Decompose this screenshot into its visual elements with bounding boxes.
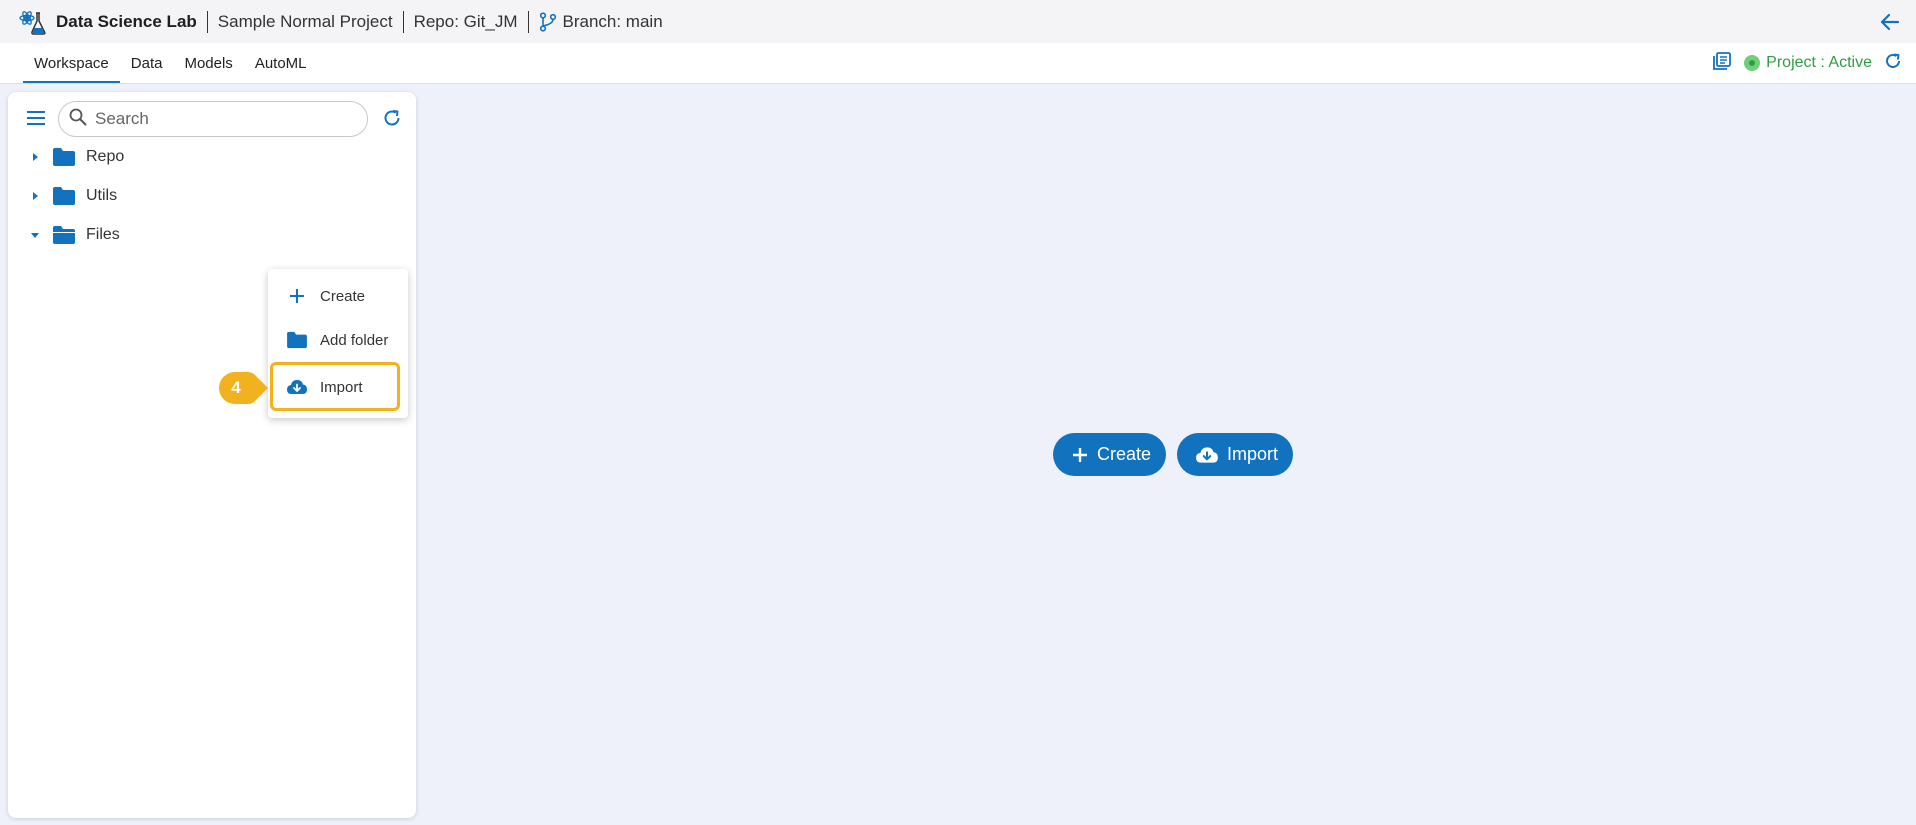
tree-item-files[interactable]: Files <box>28 222 120 248</box>
context-menu-label: Import <box>320 378 363 396</box>
search-input[interactable] <box>95 109 335 129</box>
status-dot-icon <box>1744 55 1761 71</box>
import-button[interactable]: Import <box>1177 433 1294 476</box>
hamburger-menu-icon[interactable] <box>26 108 46 128</box>
tree-item-utils[interactable]: Utils <box>28 183 117 209</box>
app-title: Data Science Lab <box>56 11 197 31</box>
context-menu-import[interactable]: Import <box>286 373 363 401</box>
context-menu-create[interactable]: Create <box>286 282 365 310</box>
git-branch-icon <box>539 11 557 32</box>
project-status: Project : Active <box>1744 54 1872 72</box>
cloud-download-icon <box>1195 445 1219 465</box>
context-menu: Create Add folder Import <box>268 269 408 418</box>
tab-workspace[interactable]: Workspace <box>23 43 120 83</box>
notebook-library-icon[interactable] <box>1712 51 1732 76</box>
header-separator <box>206 10 208 33</box>
project-name: Sample Normal Project <box>217 11 393 31</box>
top-bar: Data Science Lab Sample Normal Project R… <box>0 0 1916 43</box>
tab-models[interactable]: Models <box>173 43 243 83</box>
header-separator <box>402 10 404 33</box>
tree-item-label: Utils <box>86 187 118 204</box>
caret-right-icon[interactable] <box>28 150 42 164</box>
branch-name: Branch: main <box>562 11 663 31</box>
tab-automl[interactable]: AutoML <box>244 43 318 83</box>
empty-state-actions: Create Import <box>1053 433 1294 476</box>
tab-bar: Workspace Data Models AutoML Project : A… <box>0 43 1916 84</box>
refresh-project-icon[interactable] <box>1884 52 1902 75</box>
import-button-label: Import <box>1227 444 1279 464</box>
search-icon <box>69 108 87 131</box>
tree-item-repo[interactable]: Repo <box>28 144 124 170</box>
create-button[interactable]: Create <box>1053 433 1167 476</box>
tab-bar-actions: Project : Active <box>1712 43 1902 83</box>
tab-data[interactable]: Data <box>120 43 174 83</box>
header-separator <box>527 10 529 33</box>
repo-name: Repo: Git_JM <box>413 11 518 31</box>
plus-icon <box>286 285 308 307</box>
workspace-sidebar: Repo Utils Files Create Add f <box>8 92 416 818</box>
folder-open-icon <box>52 225 76 245</box>
tree-item-label: Repo <box>86 148 125 165</box>
step-number: 4 <box>231 378 241 397</box>
context-menu-label: Create <box>320 287 366 305</box>
context-menu-add-folder[interactable]: Add folder <box>286 326 388 354</box>
folder-icon <box>52 186 76 206</box>
project-status-label: Project : Active <box>1766 54 1872 71</box>
tree-item-label: Files <box>86 226 120 243</box>
context-menu-label: Add folder <box>320 331 389 349</box>
refresh-tree-icon[interactable] <box>382 108 402 128</box>
caret-down-icon[interactable] <box>28 228 42 242</box>
folder-icon <box>52 147 76 167</box>
create-button-label: Create <box>1097 444 1152 464</box>
lab-logo-icon <box>18 7 48 37</box>
back-arrow-icon[interactable] <box>1878 10 1902 34</box>
search-field[interactable] <box>58 101 368 137</box>
cloud-download-icon <box>286 376 308 398</box>
folder-icon <box>286 329 308 351</box>
caret-right-icon[interactable] <box>28 189 42 203</box>
step-callout-badge: 4 <box>218 371 270 405</box>
plus-icon <box>1071 446 1089 464</box>
